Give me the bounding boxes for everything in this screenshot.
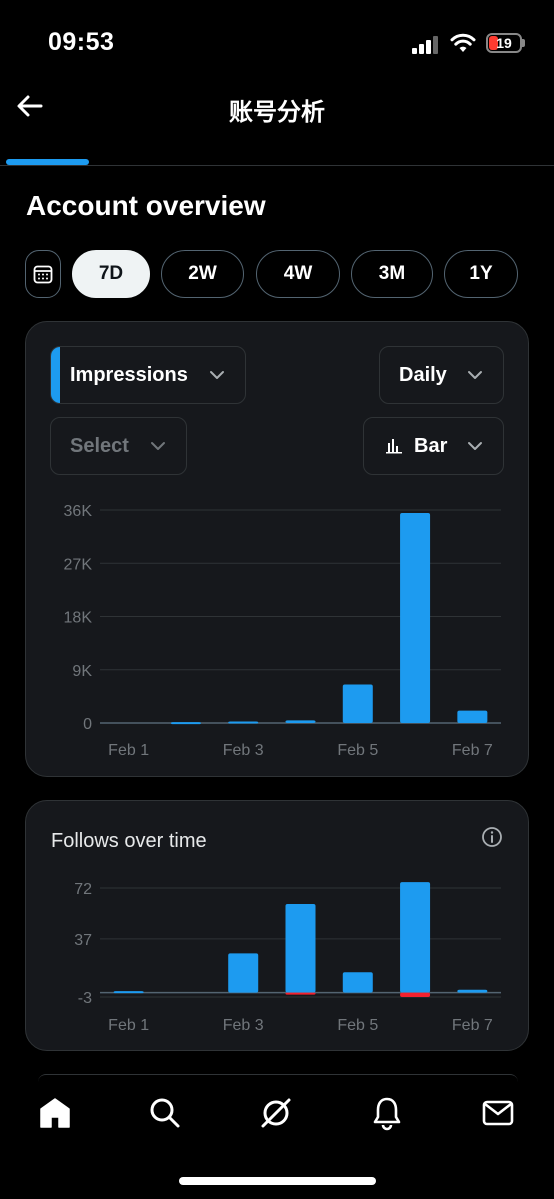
bar <box>113 991 144 994</box>
follows-bar-chart: 72 37 -3 Feb 1 Feb 3 Feb 5 Feb 7 <box>74 881 501 1034</box>
range-pill-3m[interactable]: 3M <box>351 250 433 298</box>
y-tick-label: 9K <box>72 663 92 680</box>
x-tick-label: Feb 3 <box>223 1017 264 1034</box>
status-bar: 09:53 19 <box>0 0 554 80</box>
bar-chart-icon <box>386 439 402 454</box>
bar <box>342 684 373 723</box>
x-tick-label: Feb 7 <box>452 742 493 759</box>
compare-dropdown-label: Select <box>70 434 129 457</box>
impressions-bar-chart: 36K 27K 18K 9K 0 Feb 1 Feb 3 Feb 5 Feb 7 <box>64 503 501 759</box>
bar <box>400 992 431 997</box>
bar <box>457 710 488 723</box>
battery-level: 19 <box>496 35 512 51</box>
wifi-icon <box>450 33 476 52</box>
y-tick-label: 36K <box>64 503 93 520</box>
range-pill-7d[interactable]: 7D <box>72 250 150 298</box>
range-pill-2w[interactable]: 2W <box>161 250 244 298</box>
range-pill-1y[interactable]: 1Y <box>444 250 518 298</box>
bar <box>228 953 259 993</box>
range-pill-4w[interactable]: 4W <box>256 250 340 298</box>
x-tick-label: Feb 5 <box>337 1017 378 1034</box>
chart-type-dropdown-label: Bar <box>414 434 448 457</box>
battery-icon: 19 <box>486 33 522 53</box>
status-time: 09:53 <box>48 28 115 56</box>
granularity-dropdown-label: Daily <box>399 363 447 386</box>
chart-type-dropdown[interactable]: Bar <box>363 417 504 475</box>
grok-icon[interactable] <box>258 1095 294 1131</box>
bar <box>285 992 316 995</box>
x-tick-label: Feb 3 <box>223 742 264 759</box>
metric-color-indicator <box>51 347 60 403</box>
search-icon[interactable] <box>147 1095 183 1131</box>
bar <box>457 989 488 993</box>
y-tick-label: -3 <box>78 990 92 1007</box>
calendar-icon <box>33 265 53 284</box>
chevron-down-icon <box>468 442 482 450</box>
follows-card: Follows over time 72 37 -3 Feb 1 Feb 3 Feb 5 F… <box>25 800 529 1051</box>
chevron-down-icon <box>151 442 165 450</box>
chevron-down-icon <box>468 371 482 379</box>
y-tick-label: 37 <box>74 932 92 949</box>
cellular-signal-icon <box>412 36 440 54</box>
x-tick-label: Feb 5 <box>337 742 378 759</box>
x-tick-label: Feb 1 <box>108 742 149 759</box>
y-tick-label: 18K <box>64 610 93 627</box>
messages-icon[interactable] <box>480 1095 516 1131</box>
x-tick-label: Feb 1 <box>108 1017 149 1034</box>
bar <box>285 720 316 723</box>
y-tick-label: 27K <box>64 556 93 573</box>
active-tab-indicator <box>6 159 89 165</box>
bar <box>342 972 373 993</box>
battery-cap <box>522 39 525 47</box>
chevron-down-icon <box>210 371 224 379</box>
metric-dropdown-label: Impressions <box>70 363 188 386</box>
bar <box>400 512 431 723</box>
notifications-icon[interactable] <box>369 1095 405 1131</box>
home-indicator <box>179 1177 376 1185</box>
granularity-dropdown[interactable]: Daily <box>379 346 504 404</box>
bar <box>170 722 201 725</box>
y-tick-label: 0 <box>83 716 92 733</box>
y-tick-label: 72 <box>74 881 92 898</box>
follows-chart-title: Follows over time <box>51 830 207 852</box>
bar <box>228 721 259 724</box>
account-overview-title: Account overview <box>26 190 266 221</box>
page-title: 账号分析 <box>229 99 325 126</box>
bar <box>285 903 316 993</box>
next-card-edge <box>38 1074 518 1082</box>
compare-metric-dropdown[interactable]: Select <box>50 417 187 475</box>
impressions-card: Impressions Daily Select Bar 36K 27K 18K 9K… <box>25 321 529 777</box>
info-icon[interactable] <box>481 826 503 848</box>
calendar-button[interactable] <box>25 250 61 298</box>
top-navigation: 账号分析 <box>0 80 554 166</box>
x-tick-label: Feb 7 <box>452 1017 493 1034</box>
home-icon[interactable] <box>37 1095 73 1131</box>
metric-dropdown[interactable]: Impressions <box>50 346 246 404</box>
bar <box>400 882 431 993</box>
